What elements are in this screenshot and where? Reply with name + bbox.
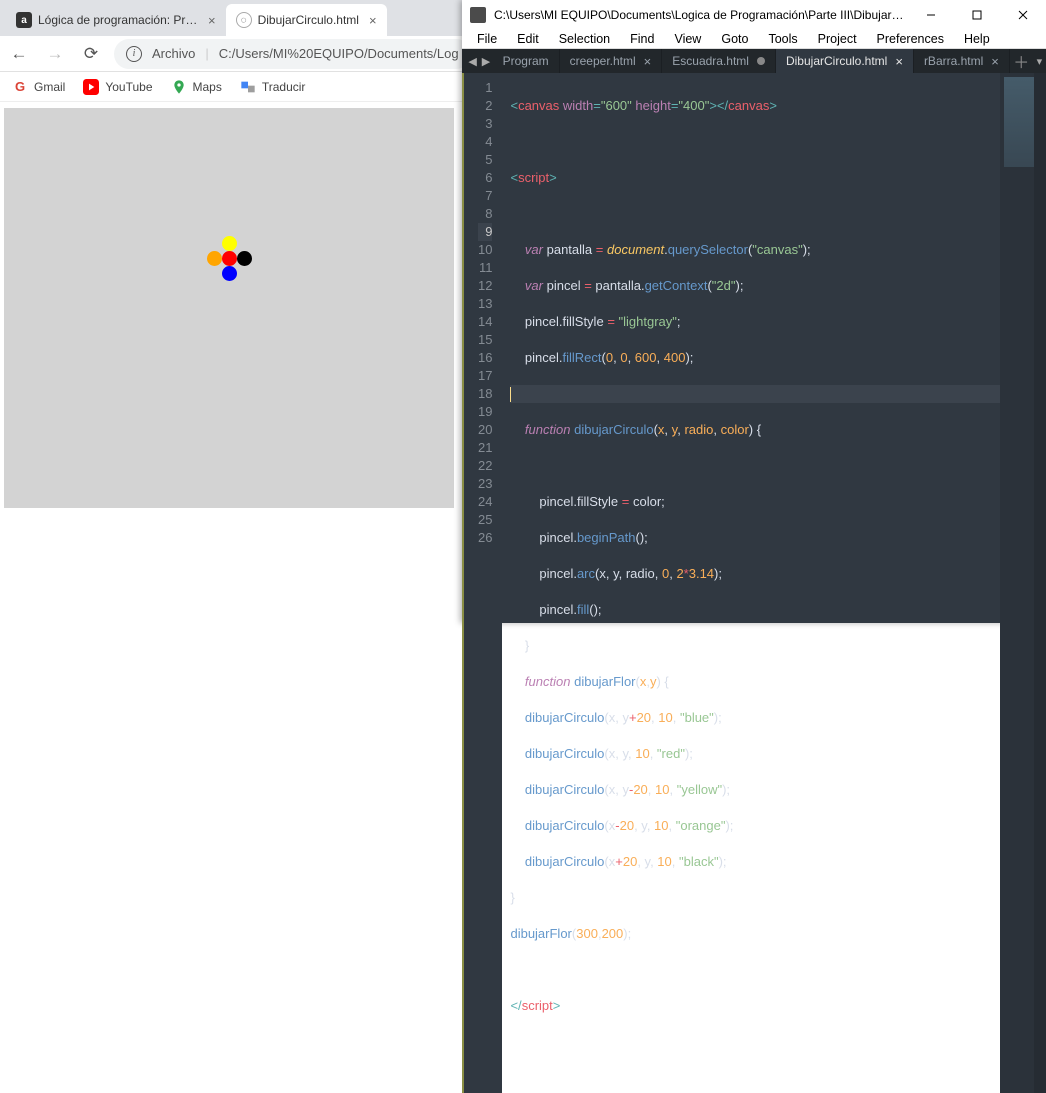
gmail-icon: G <box>12 79 28 95</box>
tab-scroll-right-icon[interactable]: ▶ <box>479 49 492 73</box>
sublime-tab-dibujarcirculo[interactable]: DibujarCirculo.html × <box>776 49 914 73</box>
close-icon[interactable]: × <box>895 54 903 69</box>
sublime-tab-strip: ◀ ▶ Program creeper.html× Escuadra.html … <box>462 49 1046 73</box>
canvas-output <box>4 108 454 508</box>
editor-scrollbar[interactable] <box>1034 73 1046 1093</box>
menu-edit[interactable]: Edit <box>508 30 548 48</box>
menu-tools[interactable]: Tools <box>759 30 806 48</box>
reload-button[interactable]: ⟳ <box>78 41 104 67</box>
sublime-tab-program-label: Program <box>503 54 549 68</box>
bookmark-gmail-label: Gmail <box>34 80 65 94</box>
back-button[interactable]: ← <box>6 41 32 67</box>
sublime-tab-creeper[interactable]: creeper.html × <box>560 49 663 73</box>
close-icon[interactable]: × <box>644 54 652 69</box>
bookmark-youtube-label: YouTube <box>105 80 152 94</box>
sublime-logo-icon <box>470 7 486 23</box>
sublime-tab-dibujarcirculo-label: DibujarCirculo.html <box>786 54 887 68</box>
sublime-tab-escuadra[interactable]: Escuadra.html <box>662 49 776 73</box>
menu-file[interactable]: File <box>468 30 506 48</box>
menu-project[interactable]: Project <box>809 30 866 48</box>
new-tab-button[interactable]: ＋ <box>1010 49 1033 73</box>
sublime-menu-bar: File Edit Selection Find View Goto Tools… <box>462 30 1046 49</box>
menu-find[interactable]: Find <box>621 30 663 48</box>
menu-selection[interactable]: Selection <box>550 30 619 48</box>
favicon-alura-icon: a <box>16 12 32 28</box>
line-number-gutter[interactable]: 1 2 3 4 5 6 7 8 9 10 11 12 13 14 15 16 1… <box>462 73 502 1093</box>
forward-button[interactable]: → <box>42 41 68 67</box>
tab-menu-icon[interactable]: ▾ <box>1033 49 1046 73</box>
bookmark-youtube[interactable]: YouTube <box>83 79 152 95</box>
sublime-tab-rbarra-label: rBarra.html <box>924 54 983 68</box>
translate-icon <box>240 79 256 95</box>
sublime-window-title: C:\Users\MI EQUIPO\Documents\Logica de P… <box>494 8 908 22</box>
chrome-tab-1-close-icon[interactable]: × <box>365 13 377 28</box>
favicon-file-icon: ◌ <box>236 12 252 28</box>
editor-area: 1 2 3 4 5 6 7 8 9 10 11 12 13 14 15 16 1… <box>462 73 1046 1093</box>
sublime-tab-program[interactable]: Program <box>493 49 560 73</box>
bookmark-maps[interactable]: Maps <box>171 79 222 95</box>
chrome-tab-0-title: Lógica de programación: Practica <box>38 13 198 27</box>
bookmark-translate-label: Traducir <box>262 80 306 94</box>
window-minimize-button[interactable] <box>908 0 954 30</box>
flower-circle-orange <box>207 251 222 266</box>
maps-icon <box>171 79 187 95</box>
sublime-tab-escuadra-label: Escuadra.html <box>672 54 749 68</box>
address-path: C:/Users/MI%20EQUIPO/Documents/Log <box>219 46 459 61</box>
menu-help[interactable]: Help <box>955 30 999 48</box>
sublime-tab-rbarra[interactable]: rBarra.html × <box>914 49 1010 73</box>
sublime-window: C:\Users\MI EQUIPO\Documents\Logica de P… <box>462 0 1046 623</box>
window-maximize-button[interactable] <box>954 0 1000 30</box>
sublime-titlebar[interactable]: C:\Users\MI EQUIPO\Documents\Logica de P… <box>462 0 1046 30</box>
tab-scroll-left-icon[interactable]: ◀ <box>466 49 479 73</box>
menu-goto[interactable]: Goto <box>712 30 757 48</box>
chrome-tab-0-close-icon[interactable]: × <box>204 13 216 28</box>
chrome-tab-1[interactable]: ◌ DibujarCirculo.html × <box>226 4 387 36</box>
flower-circle-red <box>222 251 237 266</box>
flower-circle-yellow <box>222 236 237 251</box>
close-icon[interactable]: × <box>991 54 999 69</box>
menu-view[interactable]: View <box>665 30 710 48</box>
youtube-icon <box>83 79 99 95</box>
window-close-button[interactable] <box>1000 0 1046 30</box>
sublime-tab-creeper-label: creeper.html <box>570 54 636 68</box>
chrome-tab-0[interactable]: a Lógica de programación: Practica × <box>6 4 226 36</box>
bookmark-gmail[interactable]: G Gmail <box>12 79 65 95</box>
site-info-icon[interactable]: i <box>126 46 142 62</box>
menu-preferences[interactable]: Preferences <box>868 30 953 48</box>
code-editor[interactable]: <canvas width="600" height="400"></canva… <box>502 73 1046 1093</box>
chrome-tab-1-title: DibujarCirculo.html <box>258 13 359 27</box>
address-separator: | <box>205 46 208 61</box>
address-bar[interactable]: i Archivo | C:/Users/MI%20EQUIPO/Documen… <box>114 39 471 69</box>
dirty-dot-icon <box>757 57 765 65</box>
bookmark-maps-label: Maps <box>193 80 222 94</box>
flower-circle-black <box>237 251 252 266</box>
address-scheme: Archivo <box>152 46 195 61</box>
bookmark-translate[interactable]: Traducir <box>240 79 306 95</box>
flower-circle-blue <box>222 266 237 281</box>
